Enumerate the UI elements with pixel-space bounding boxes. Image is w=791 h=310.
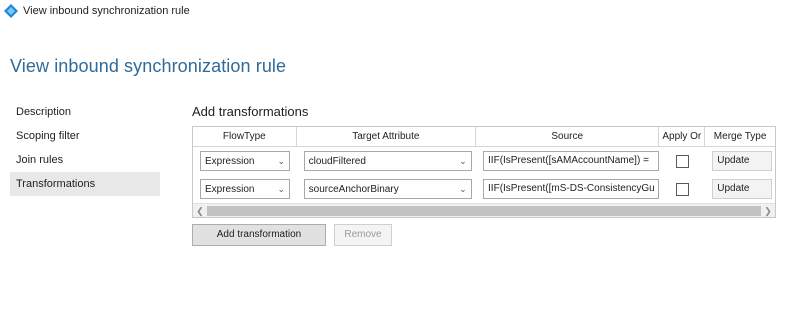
nav-item-scoping-filter[interactable]: Scoping filter	[10, 124, 160, 148]
merge-type-field[interactable]: Update	[712, 151, 773, 171]
column-header-flowtype[interactable]: FlowType	[193, 127, 297, 146]
target-attribute-dropdown[interactable]: sourceAnchorBinary ⌄	[303, 179, 472, 199]
scroll-track[interactable]	[207, 204, 761, 218]
column-header-merge-type[interactable]: Merge Type	[705, 127, 775, 146]
flowtype-value: Expression	[205, 155, 255, 167]
transformations-grid: FlowType Target Attribute Source Apply O…	[192, 126, 776, 218]
horizontal-scrollbar[interactable]: ❮ ❯	[193, 203, 775, 217]
grid-header: FlowType Target Attribute Source Apply O…	[193, 127, 775, 147]
column-header-apply-once[interactable]: Apply Or	[659, 127, 706, 146]
chevron-down-icon: ⌄	[459, 183, 467, 194]
table-row: Expression ⌄ cloudFiltered ⌄ IIF(IsPrese…	[193, 147, 775, 175]
flowtype-value: Expression	[205, 183, 255, 195]
page-title: View inbound synchronization rule	[10, 56, 287, 76]
column-header-target-attribute[interactable]: Target Attribute	[297, 127, 477, 146]
merge-type-field[interactable]: Update	[712, 179, 773, 199]
chevron-down-icon: ⌄	[277, 183, 285, 194]
add-transformation-button[interactable]: Add transformation	[192, 224, 326, 246]
section-title: Add transformations	[192, 104, 309, 119]
target-attribute-value: sourceAnchorBinary	[308, 183, 399, 195]
source-field[interactable]: IIF(IsPresent([mS-DS-ConsistencyGu	[483, 179, 660, 199]
window-title: View inbound synchronization rule	[23, 5, 190, 17]
remove-button[interactable]: Remove	[334, 224, 392, 246]
source-field[interactable]: IIF(IsPresent([sAMAccountName]) =	[483, 151, 660, 171]
nav-item-join-rules[interactable]: Join rules	[10, 148, 160, 172]
chevron-down-icon: ⌄	[459, 155, 467, 166]
apply-once-checkbox[interactable]	[675, 182, 689, 196]
flowtype-dropdown[interactable]: Expression ⌄	[200, 151, 290, 171]
scroll-left-icon[interactable]: ❮	[193, 204, 207, 218]
scroll-right-icon[interactable]: ❯	[761, 204, 775, 218]
side-nav: Description Scoping filter Join rules Tr…	[10, 100, 160, 196]
flowtype-dropdown[interactable]: Expression ⌄	[200, 179, 290, 199]
scroll-thumb[interactable]	[207, 205, 761, 216]
nav-item-description[interactable]: Description	[10, 100, 160, 124]
target-attribute-value: cloudFiltered	[308, 155, 366, 167]
apply-once-checkbox[interactable]	[675, 154, 689, 168]
nav-item-transformations[interactable]: Transformations	[10, 172, 160, 196]
sync-diamond-icon	[4, 4, 18, 18]
target-attribute-dropdown[interactable]: cloudFiltered ⌄	[303, 151, 472, 171]
window-titlebar: View inbound synchronization rule	[0, 0, 791, 22]
table-row: Expression ⌄ sourceAnchorBinary ⌄ IIF(Is…	[193, 175, 775, 203]
chevron-down-icon: ⌄	[277, 155, 285, 166]
column-header-source[interactable]: Source	[476, 127, 660, 146]
